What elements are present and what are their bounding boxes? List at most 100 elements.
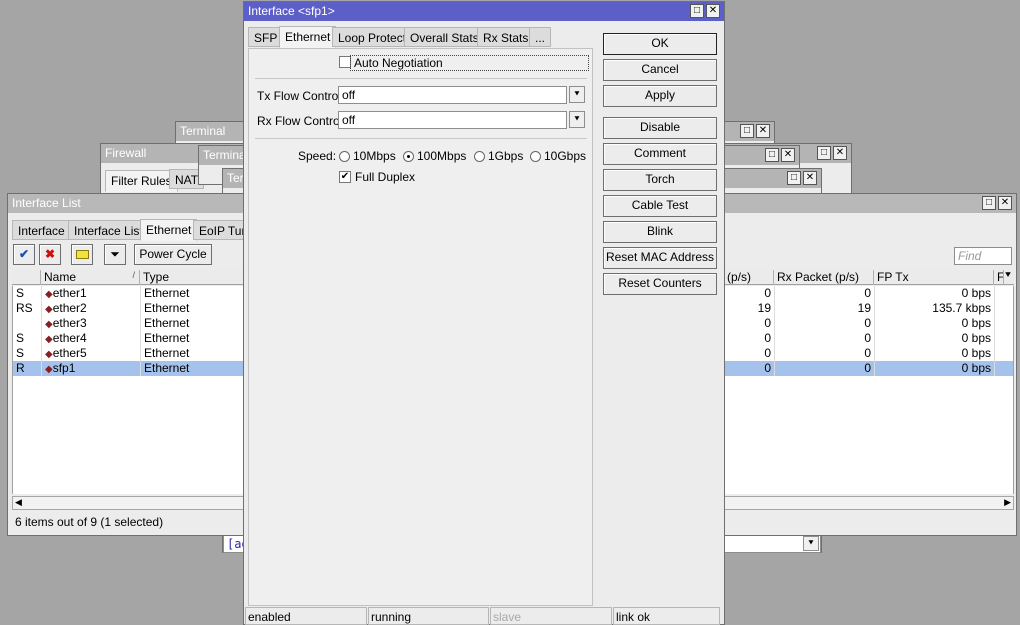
scroll-right-icon[interactable]: ▶ (1004, 497, 1011, 508)
filter-button[interactable]: ⏷ (104, 244, 126, 265)
status-link: link ok (613, 607, 720, 625)
cable-test-button[interactable]: Cable Test (603, 195, 717, 217)
full-duplex-label[interactable]: Full Duplex (355, 170, 415, 184)
row-tx-pps: 0 (725, 361, 775, 376)
row-type: Ethernet (141, 286, 251, 301)
column-name[interactable]: Name / (41, 270, 140, 285)
close-icon[interactable]: ✕ (833, 146, 847, 160)
column-fp-tx[interactable]: FP Tx (874, 270, 994, 285)
row-name: ◆ether3 (42, 316, 141, 331)
column-menu-icon[interactable]: ⯆ (1004, 270, 1012, 281)
dropdown-arrow-icon[interactable]: ⯆ (569, 111, 585, 128)
row-flag: R (13, 361, 42, 376)
row-rx-pps: 19 (775, 301, 875, 316)
speed-10gbps-label[interactable]: 10Gbps (544, 149, 586, 163)
dialog-tabs: SFP Ethernet Loop Protect Overall Stats … (248, 26, 598, 49)
find-placeholder: Find (958, 249, 982, 263)
checkmark-icon: ✔ (340, 171, 350, 182)
maximize-icon[interactable]: □ (817, 146, 831, 160)
maximize-icon[interactable]: □ (765, 148, 779, 162)
tab-loop-protect[interactable]: Loop Protect (332, 27, 413, 47)
find-input[interactable]: Find (954, 247, 1012, 265)
rx-flow-control-select[interactable]: off (338, 111, 567, 129)
maximize-icon[interactable]: □ (740, 124, 754, 138)
cancel-button[interactable]: Cancel (603, 59, 717, 81)
comment-button[interactable] (71, 244, 93, 265)
sort-indicator: / (132, 270, 135, 280)
column-tx-packet[interactable]: (p/s) (724, 270, 774, 285)
ethernet-icon: ◆ (45, 304, 53, 315)
close-icon[interactable]: ✕ (756, 124, 770, 138)
disable-button[interactable]: ✖ (39, 244, 61, 265)
row-tx-pps: 0 (725, 286, 775, 301)
comment-button[interactable]: Comment (603, 143, 717, 165)
row-fp-tx: 135.7 kbps (875, 301, 995, 316)
row-fp-tx: 0 bps (875, 331, 995, 346)
tab-interface-list[interactable]: Interface List (68, 220, 149, 240)
ok-button[interactable]: OK (603, 33, 717, 55)
close-icon[interactable]: ✕ (781, 148, 795, 162)
maximize-icon[interactable]: □ (690, 4, 704, 18)
apply-button[interactable]: Apply (603, 85, 717, 107)
speed-10gbps-radio[interactable] (530, 151, 541, 162)
tx-flow-control-select[interactable]: off (338, 86, 567, 104)
close-icon[interactable]: ✕ (706, 4, 720, 18)
tab-ethernet[interactable]: Ethernet (279, 26, 337, 48)
row-flag: RS (13, 301, 42, 316)
maximize-icon[interactable]: □ (982, 196, 996, 210)
tx-flow-control-value: off (342, 88, 356, 102)
dropdown-arrow-icon[interactable]: ⯆ (803, 536, 819, 551)
speed-1gbps-radio[interactable] (474, 151, 485, 162)
tab-filter-rules[interactable]: Filter Rules (105, 170, 178, 192)
x-icon: ✖ (44, 247, 56, 261)
separator (255, 78, 587, 79)
speed-100mbps-label[interactable]: 100Mbps (417, 149, 466, 163)
row-rx-pps: 0 (775, 346, 875, 361)
ethernet-icon: ◆ (45, 334, 53, 345)
status-running: running (368, 607, 489, 625)
column-fp-rx[interactable]: F (994, 270, 1004, 285)
tab-more[interactable]: ... (529, 27, 552, 47)
row-tx-pps: 0 (725, 316, 775, 331)
power-cycle-button[interactable]: Power Cycle (134, 244, 212, 265)
row-name: ◆ether1 (42, 286, 141, 301)
rx-flow-control-value: off (342, 113, 356, 127)
speed-10mbps-label[interactable]: 10Mbps (353, 149, 396, 163)
row-fp-tx: 0 bps (875, 316, 995, 331)
speed-1gbps-label[interactable]: 1Gbps (488, 149, 523, 163)
close-icon[interactable]: ✕ (998, 196, 1012, 210)
row-type: Ethernet (141, 316, 251, 331)
blink-button[interactable]: Blink (603, 221, 717, 243)
tab-ethernet[interactable]: Ethernet (140, 219, 198, 241)
torch-button[interactable]: Torch (603, 169, 717, 191)
row-tx-pps: 19 (725, 301, 775, 316)
row-name: ◆ether4 (42, 331, 141, 346)
tab-overall-stats[interactable]: Overall Stats (404, 27, 485, 47)
status-enabled: enabled (245, 607, 367, 625)
row-fp-tx: 0 bps (875, 286, 995, 301)
speed-10mbps-radio[interactable] (339, 151, 350, 162)
tx-flow-control-label: Tx Flow Control: (257, 89, 345, 103)
tab-interface[interactable]: Interface (12, 220, 71, 240)
ethernet-icon: ◆ (45, 349, 53, 360)
reset-counters-button[interactable]: Reset Counters (603, 273, 717, 295)
row-rx-pps: 0 (775, 316, 875, 331)
dropdown-arrow-icon[interactable]: ⯆ (569, 86, 585, 103)
tab-rx-stats[interactable]: Rx Stats (477, 27, 535, 47)
reset-mac-address-button[interactable]: Reset MAC Address (603, 247, 717, 269)
auto-negotiation-label[interactable]: Auto Negotiation (350, 55, 589, 71)
column-flags[interactable] (12, 270, 41, 285)
full-duplex-checkbox[interactable]: ✔ (339, 171, 351, 183)
column-rx-packet[interactable]: Rx Packet (p/s) (774, 270, 874, 285)
maximize-icon[interactable]: □ (787, 171, 801, 185)
interface-dialog[interactable]: Interface <sfp1> □ ✕ SFP Ethernet Loop P… (243, 1, 725, 625)
column-type[interactable]: Type (140, 270, 250, 285)
dialog-title[interactable]: Interface <sfp1> (244, 2, 724, 21)
close-icon[interactable]: ✕ (803, 171, 817, 185)
speed-100mbps-radio[interactable] (403, 151, 414, 162)
scroll-left-icon[interactable]: ◀ (15, 497, 22, 508)
enable-button[interactable]: ✔ (13, 244, 35, 265)
disable-button[interactable]: Disable (603, 117, 717, 139)
row-type: Ethernet (141, 331, 251, 346)
note-icon (75, 250, 89, 259)
